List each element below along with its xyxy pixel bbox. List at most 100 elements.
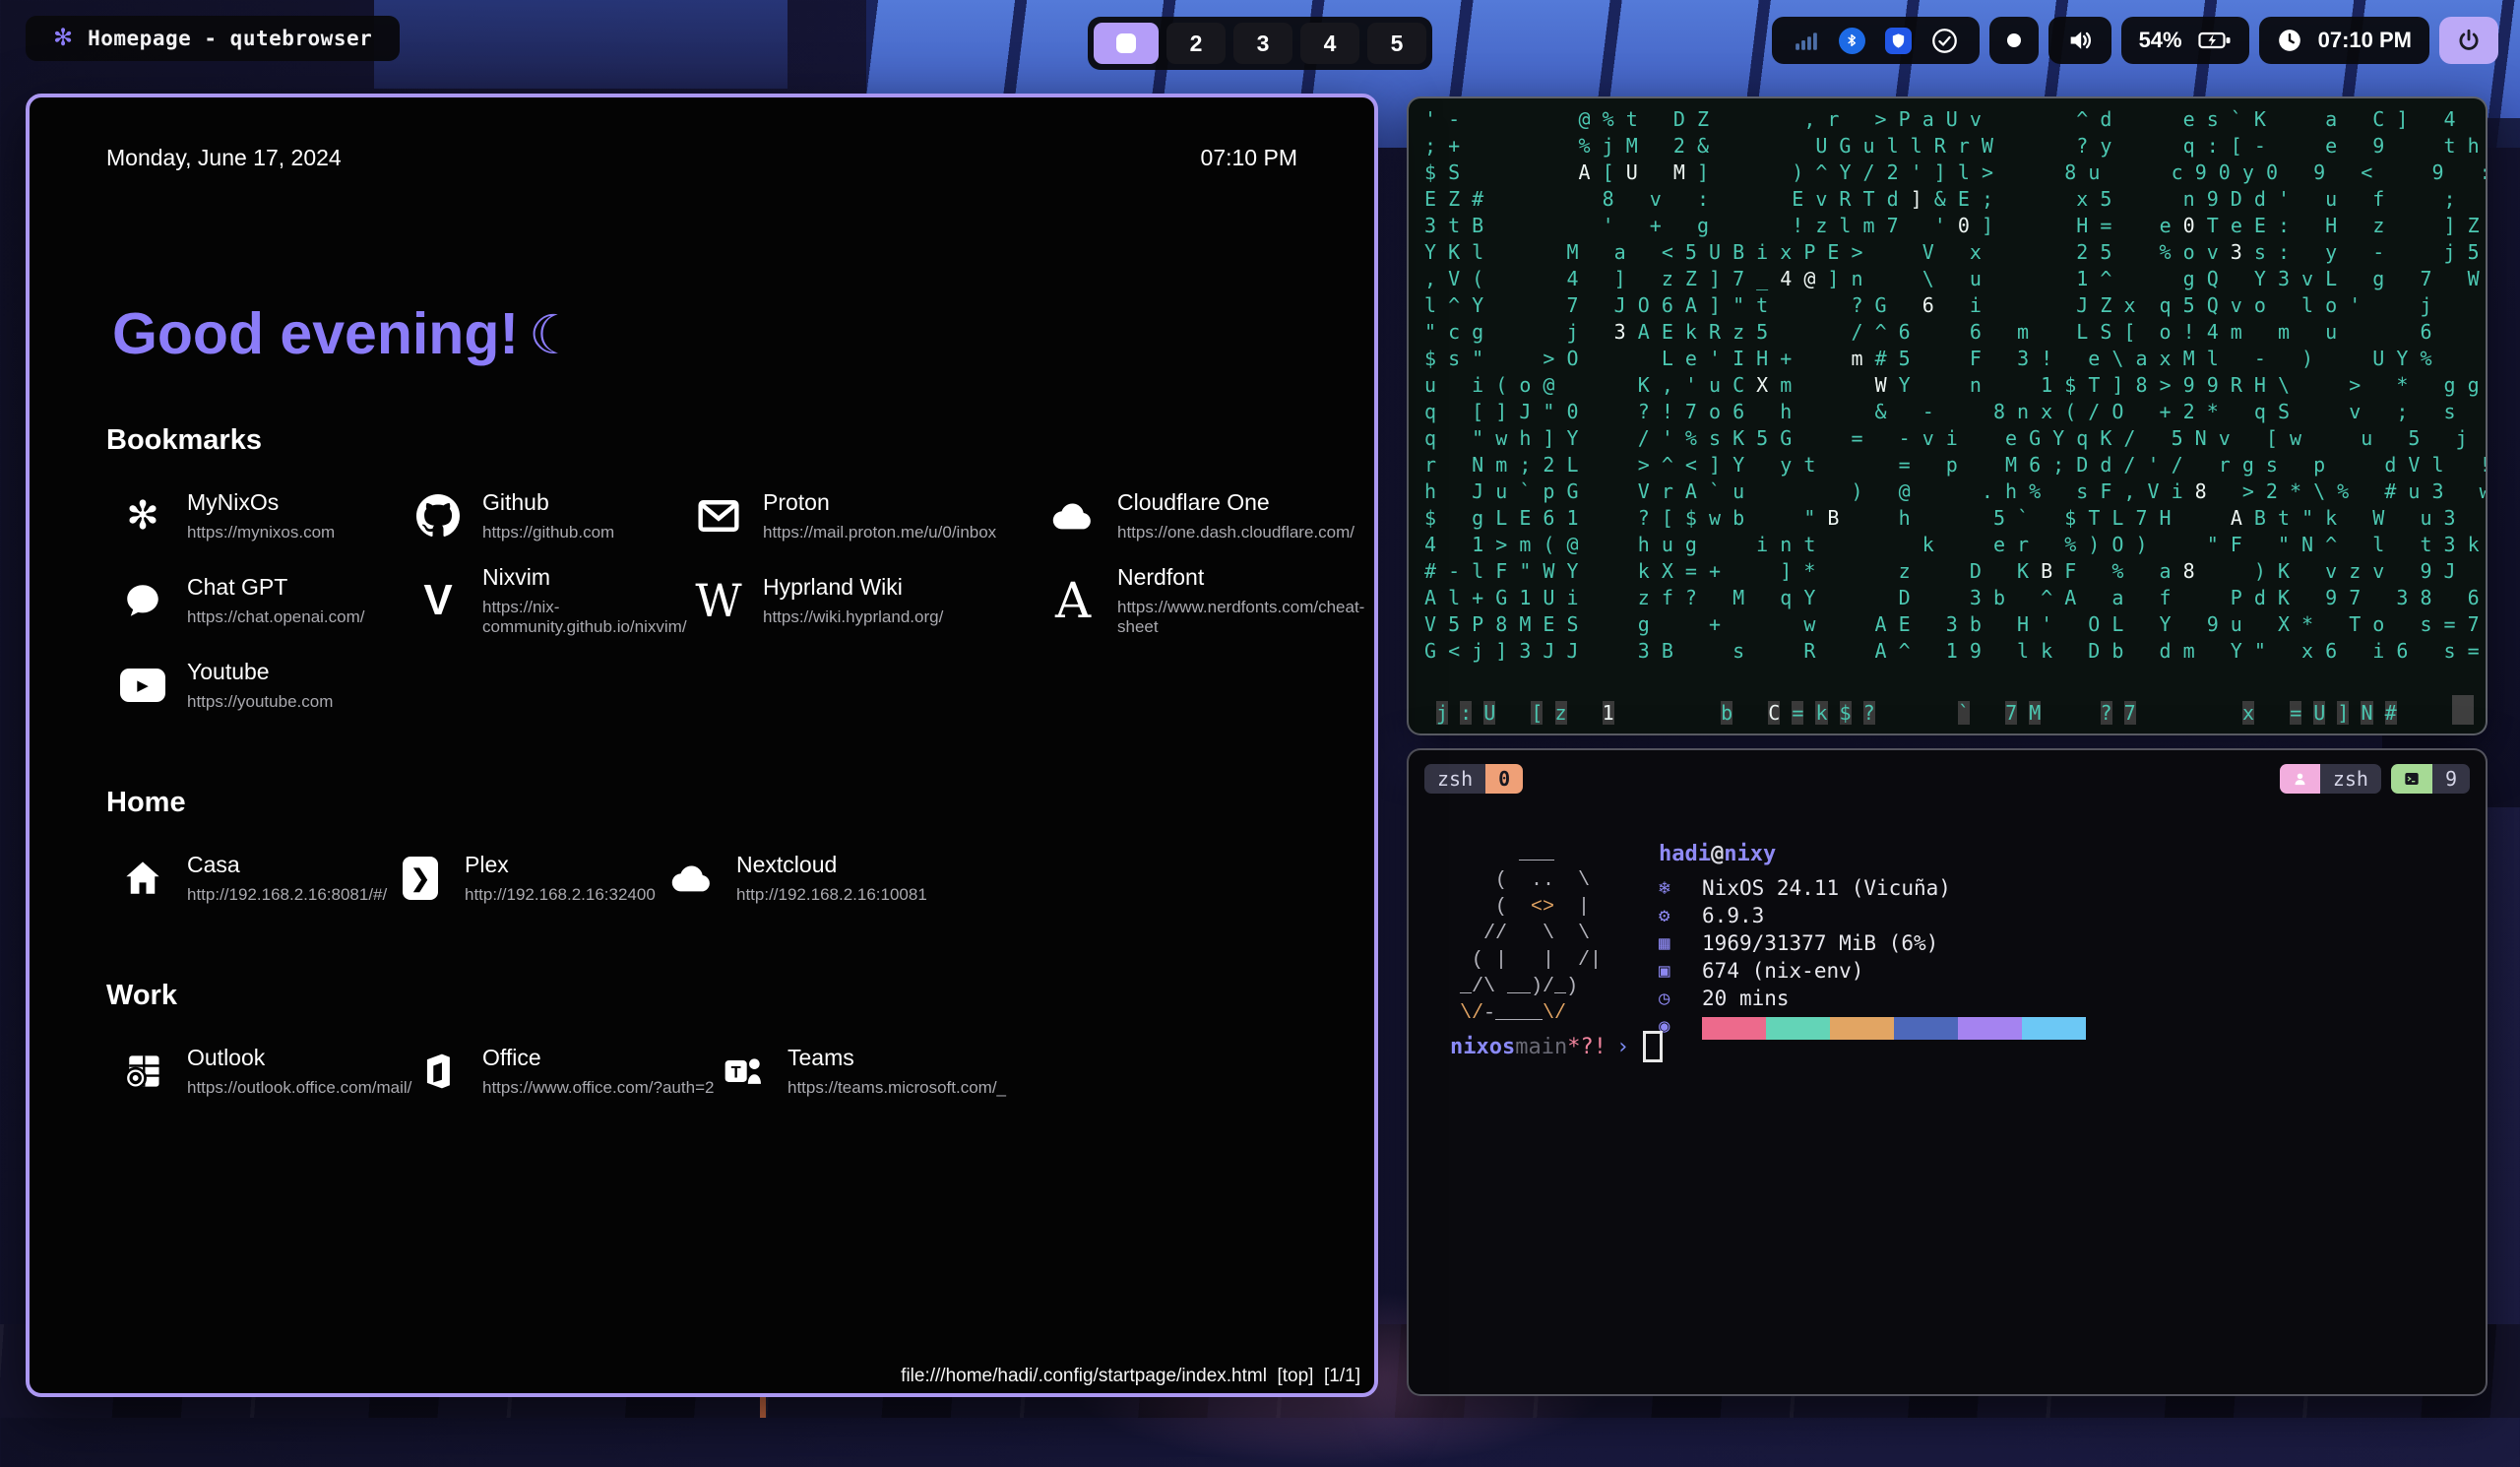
bookmark-name: Proton	[763, 489, 996, 516]
moon-icon: ☾	[529, 304, 577, 365]
bookmark-item[interactable]: VNixvimhttps://nix-community.github.io/n…	[413, 568, 694, 633]
bookmark-name: Plex	[465, 852, 656, 878]
bookmark-item[interactable]: ANerdfonthttps://www.nerdfonts.com/cheat…	[1048, 568, 1374, 633]
bluetooth-icon	[1839, 28, 1865, 54]
bookmark-item[interactable]: Chat GPT https://chat.openai.com/	[118, 568, 413, 633]
battery-percent: 54%	[2139, 28, 2182, 53]
network-signal-icon	[1794, 28, 1819, 53]
tray-indicator-pill[interactable]	[1989, 17, 2039, 64]
bookmark-url: https://one.dash.cloudflare.com/	[1117, 523, 1354, 542]
fetch-row: ◷20 mins	[1659, 985, 2086, 1012]
bookmark-name: Nerdfont	[1117, 564, 1374, 591]
memory-icon: ▦	[1659, 929, 1702, 957]
house-icon	[118, 858, 167, 899]
tmux-window-count: 9	[2432, 764, 2470, 794]
bookmark-item[interactable]: Casahttp://192.168.2.16:8081/#/	[118, 846, 396, 911]
bookmark-url: https://mynixos.com	[187, 523, 335, 542]
matrix-cursor-block	[2452, 695, 2474, 725]
nerdfont-icon: A	[1048, 576, 1098, 625]
power-button[interactable]	[2439, 17, 2498, 64]
bookmark-url: https://wiki.hyprland.org/	[763, 607, 943, 627]
prompt-dir: nixos	[1450, 1035, 1515, 1059]
prompt-git-flags: *?!	[1567, 1035, 1606, 1059]
wallpaper-sky-left	[374, 0, 788, 89]
bookmark-item[interactable]: TTeamshttps://teams.microsoft.com/_	[719, 1039, 1006, 1104]
bookmark-item[interactable]: Cloudflare One https://one.dash.cloudflar…	[1048, 483, 1374, 548]
bookmark-item[interactable]: Outlookhttps://outlook.office.com/mail/	[118, 1039, 413, 1104]
workspace-4[interactable]: 4	[1300, 23, 1359, 64]
bookmark-name: Cloudflare One	[1117, 489, 1354, 516]
cursor-block	[1643, 1031, 1663, 1062]
fetch-row: ▣674 (nix-env)	[1659, 957, 2086, 985]
bookmark-url: https://chat.openai.com/	[187, 607, 365, 627]
bookmark-name: Youtube	[187, 659, 333, 685]
active-workspace-dot	[1116, 33, 1136, 53]
bookmark-url: https://github.com	[482, 523, 614, 542]
youtube-icon: ▶	[118, 669, 167, 702]
prompt-arrow: ›	[1616, 1035, 1629, 1059]
bookmark-name: Chat GPT	[187, 574, 365, 601]
bookmark-url: https://youtube.com	[187, 692, 333, 712]
matrix-terminal-window[interactable]: ' - @ % t D Z , r > P a U v ^ d e s ` K …	[1407, 96, 2488, 735]
cloud-icon	[1048, 493, 1098, 539]
bookmark-url: https://nix-community.github.io/nixvim/	[482, 598, 694, 637]
bookmark-name: Office	[482, 1045, 714, 1071]
workspace-switcher[interactable]: 2345	[1088, 17, 1432, 70]
matrix-bottom-row: j : U [ z 1 b C = k $ ? ` 7 M ? 7 x = U …	[1424, 701, 2442, 725]
section-title-bookmarks: Bookmarks	[106, 424, 262, 457]
cloud-icon	[667, 856, 717, 901]
clock-pill[interactable]: 07:10 PM	[2259, 17, 2429, 64]
tmux-statusbar: zsh 0 zsh 9	[1424, 764, 2470, 794]
bookmark-item[interactable]: Nextcloudhttp://192.168.2.16:10081	[667, 846, 927, 911]
user-icon	[2280, 764, 2320, 794]
tmux-left-tabs[interactable]: zsh 0	[1424, 764, 1523, 794]
packages-icon: ▣	[1659, 957, 1702, 985]
bookmark-item[interactable]: Proton https://mail.proton.me/u/0/inbox	[694, 483, 1048, 548]
office-icon	[413, 1051, 463, 1092]
bookmark-url: http://192.168.2.16:8081/#/	[187, 885, 387, 905]
workspace-5[interactable]: 5	[1367, 23, 1426, 64]
fastfetch-output: ___ ( .. \ ( <> | // \ \ ( | | /| _/\ __…	[1460, 841, 2086, 1040]
qutebrowser-statusbar: file:///home/hadi/.config/startpage/inde…	[901, 1366, 1360, 1387]
nix-icon: ✻	[118, 496, 167, 536]
bookmark-item[interactable]: Officehttps://www.office.com/?auth=2	[413, 1039, 719, 1104]
terminal-icon	[2391, 764, 2432, 794]
bookmark-name: Github	[482, 489, 614, 516]
chat-icon	[118, 580, 167, 621]
bookmark-url: https://mail.proton.me/u/0/inbox	[763, 523, 996, 542]
shell-prompt[interactable]: nixos main *?! ›	[1450, 1031, 1663, 1062]
tmux-right-tabs: zsh 9	[2280, 764, 2470, 794]
bookmark-item[interactable]: Github https://github.com	[413, 483, 694, 548]
bookmark-item[interactable]: WHyprland Wikihttps://wiki.hyprland.org/	[694, 568, 1048, 633]
bookmark-url: https://www.nerdfonts.com/cheat-sheet	[1117, 598, 1374, 637]
bookmark-item[interactable]: ▶ Youtube https://youtube.com	[118, 653, 413, 718]
fetch-value: 20 mins	[1702, 985, 1790, 1012]
outlook-icon	[118, 1050, 167, 1093]
bookmark-item[interactable]: ✻ MyNixOs https://mynixos.com	[118, 483, 413, 548]
bookmark-name: Outlook	[187, 1045, 411, 1071]
nix-snowflake-icon: ✻	[53, 27, 73, 50]
bookmark-url: https://teams.microsoft.com/_	[788, 1078, 1006, 1098]
home-grid: Casahttp://192.168.2.16:8081/#/❯Plexhttp…	[118, 846, 927, 911]
tmux-window-index[interactable]: 0	[1485, 764, 1523, 794]
workspace-3[interactable]: 3	[1233, 23, 1292, 64]
active-window-title-pill[interactable]: ✻ Homepage - qutebrowser	[26, 16, 400, 61]
tmux-shell-tab[interactable]: zsh	[1424, 764, 1485, 794]
time-text: 07:10 PM	[1201, 145, 1297, 171]
prompt-git-branch: main	[1515, 1035, 1567, 1059]
section-title-work: Work	[106, 980, 177, 1012]
workspace-1[interactable]	[1094, 23, 1159, 64]
battery-pill[interactable]: 54%	[2121, 17, 2249, 64]
terminal-window[interactable]: zsh 0 zsh 9 ___ ( .. \ ( <> | // \ \ ( |…	[1407, 748, 2488, 1396]
volume-pill[interactable]	[2048, 17, 2111, 64]
bookmark-item[interactable]: ❯Plexhttp://192.168.2.16:32400	[396, 846, 667, 911]
nixos-tux-ascii-art: ___ ( .. \ ( <> | // \ \ ( | | /| _/\ __…	[1460, 841, 1602, 1040]
date-text: Monday, June 17, 2024	[106, 145, 342, 171]
tray-status-pill[interactable]	[1772, 17, 1980, 64]
bookmark-name: MyNixOs	[187, 489, 335, 516]
system-tray: 54% 07:10 PM	[1772, 17, 2498, 64]
greeting-text: Good evening!☾	[112, 300, 577, 367]
workspace-2[interactable]: 2	[1166, 23, 1226, 64]
tmux-session-name: zsh	[2320, 764, 2381, 794]
check-circle-icon	[1931, 28, 1958, 54]
